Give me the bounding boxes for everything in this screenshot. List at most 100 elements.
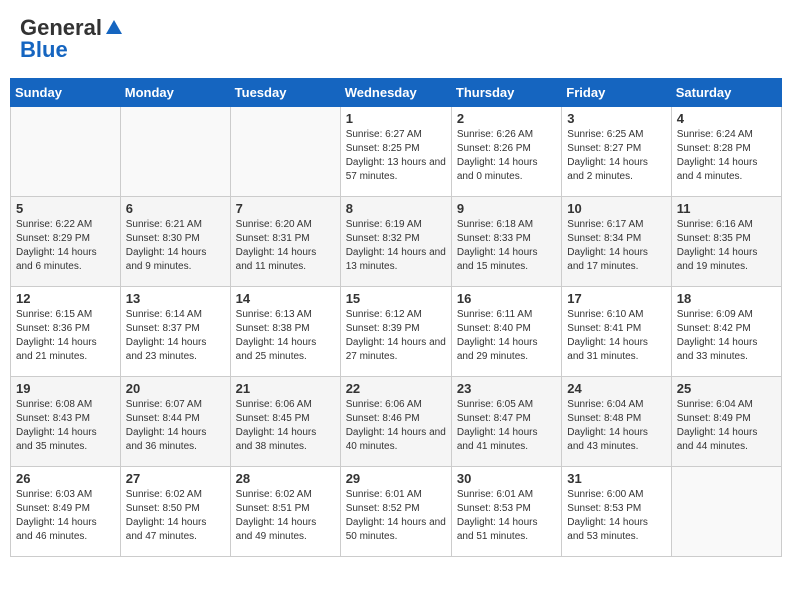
day-number: 27 [126,471,225,486]
calendar-cell: 5 Sunrise: 6:22 AM Sunset: 8:29 PM Daylig… [11,197,121,287]
day-info: Sunrise: 6:02 AM Sunset: 8:50 PM Dayligh… [126,488,225,544]
calendar-cell: 24 Sunrise: 6:04 AM Sunset: 8:48 PM Dayli… [562,377,671,467]
calendar-cell: 3Sunrise: 6:25 AM Sunset: 8:27 PM Daylig… [562,107,671,197]
header-row: SundayMondayTuesdayWednesdayThursdayFrid… [11,79,782,107]
calendar-cell: 16 Sunrise: 6:11 AM Sunset: 8:40 PM Dayli… [451,287,561,377]
day-info: Sunrise: 6:13 AM Sunset: 8:38 PM Dayligh… [236,308,335,364]
day-info: Sunrise: 6:19 AM Sunset: 8:32 PM Dayligh… [346,218,446,274]
calendar-cell [120,107,230,197]
day-number: 21 [236,381,335,396]
calendar-cell: 17 Sunrise: 6:10 AM Sunset: 8:41 PM Dayli… [562,287,671,377]
day-number: 8 [346,201,446,216]
calendar-cell: 30 Sunrise: 6:01 AM Sunset: 8:53 PM Dayli… [451,467,561,557]
day-number: 17 [567,291,665,306]
calendar-cell: 1Sunrise: 6:27 AM Sunset: 8:25 PM Daylig… [340,107,451,197]
calendar-cell: 7Sunrise: 6:20 AM Sunset: 8:31 PM Daylig… [230,197,340,287]
day-info: Sunrise: 6:06 AM Sunset: 8:45 PM Dayligh… [236,398,335,454]
day-info: Sunrise: 6:01 AM Sunset: 8:52 PM Dayligh… [346,488,446,544]
day-of-week-header: Thursday [451,79,561,107]
day-number: 15 [346,291,446,306]
day-number: 11 [677,201,776,216]
calendar-cell: 6 Sunrise: 6:21 AM Sunset: 8:30 PM Daylig… [120,197,230,287]
day-info: Sunrise: 6:14 AM Sunset: 8:37 PM Dayligh… [126,308,225,364]
day-number: 5 [16,201,115,216]
day-number: 24 [567,381,665,396]
calendar-cell: 15 Sunrise: 6:12 AM Sunset: 8:39 PM Dayli… [340,287,451,377]
day-number: 13 [126,291,225,306]
day-info: Sunrise: 6:03 AM Sunset: 8:49 PM Dayligh… [16,488,115,544]
calendar-cell: 29Sunrise: 6:01 AM Sunset: 8:52 PM Dayli… [340,467,451,557]
day-info: Sunrise: 6:04 AM Sunset: 8:49 PM Dayligh… [677,398,776,454]
day-info: Sunrise: 6:21 AM Sunset: 8:30 PM Dayligh… [126,218,225,274]
calendar-header: SundayMondayTuesdayWednesdayThursdayFrid… [11,79,782,107]
calendar-body: 1Sunrise: 6:27 AM Sunset: 8:25 PM Daylig… [11,107,782,557]
calendar-cell: 9 Sunrise: 6:18 AM Sunset: 8:33 PM Daylig… [451,197,561,287]
calendar-cell: 22Sunrise: 6:06 AM Sunset: 8:46 PM Dayli… [340,377,451,467]
day-number: 2 [457,111,556,126]
day-info: Sunrise: 6:05 AM Sunset: 8:47 PM Dayligh… [457,398,556,454]
calendar-cell: 2 Sunrise: 6:26 AM Sunset: 8:26 PM Daylig… [451,107,561,197]
calendar-cell: 28 Sunrise: 6:02 AM Sunset: 8:51 PM Dayli… [230,467,340,557]
calendar-cell [230,107,340,197]
calendar-week-row: 5 Sunrise: 6:22 AM Sunset: 8:29 PM Daylig… [11,197,782,287]
calendar-cell [11,107,121,197]
day-info: Sunrise: 6:27 AM Sunset: 8:25 PM Dayligh… [346,128,446,184]
day-info: Sunrise: 6:12 AM Sunset: 8:39 PM Dayligh… [346,308,446,364]
day-info: Sunrise: 6:09 AM Sunset: 8:42 PM Dayligh… [677,308,776,364]
day-number: 19 [16,381,115,396]
day-info: Sunrise: 6:02 AM Sunset: 8:51 PM Dayligh… [236,488,335,544]
calendar-cell: 23 Sunrise: 6:05 AM Sunset: 8:47 PM Dayli… [451,377,561,467]
calendar-week-row: 26 Sunrise: 6:03 AM Sunset: 8:49 PM Dayli… [11,467,782,557]
day-of-week-header: Sunday [11,79,121,107]
day-info: Sunrise: 6:17 AM Sunset: 8:34 PM Dayligh… [567,218,665,274]
calendar-week-row: 19Sunrise: 6:08 AM Sunset: 8:43 PM Dayli… [11,377,782,467]
day-info: Sunrise: 6:26 AM Sunset: 8:26 PM Dayligh… [457,128,556,184]
day-number: 20 [126,381,225,396]
page-header: General Blue [10,10,782,68]
calendar-cell: 8 Sunrise: 6:19 AM Sunset: 8:32 PM Daylig… [340,197,451,287]
calendar-cell [671,467,781,557]
day-info: Sunrise: 6:18 AM Sunset: 8:33 PM Dayligh… [457,218,556,274]
day-number: 3 [567,111,665,126]
day-number: 12 [16,291,115,306]
day-of-week-header: Friday [562,79,671,107]
logo: General Blue [20,15,124,63]
day-number: 26 [16,471,115,486]
calendar-week-row: 12 Sunrise: 6:15 AM Sunset: 8:36 PM Dayli… [11,287,782,377]
day-info: Sunrise: 6:24 AM Sunset: 8:28 PM Dayligh… [677,128,776,184]
day-number: 7 [236,201,335,216]
day-number: 28 [236,471,335,486]
calendar-cell: 10 Sunrise: 6:17 AM Sunset: 8:34 PM Dayli… [562,197,671,287]
day-number: 23 [457,381,556,396]
calendar-week-row: 1Sunrise: 6:27 AM Sunset: 8:25 PM Daylig… [11,107,782,197]
calendar-cell: 19Sunrise: 6:08 AM Sunset: 8:43 PM Dayli… [11,377,121,467]
calendar-cell: 21 Sunrise: 6:06 AM Sunset: 8:45 PM Dayli… [230,377,340,467]
day-info: Sunrise: 6:01 AM Sunset: 8:53 PM Dayligh… [457,488,556,544]
calendar-cell: 14Sunrise: 6:13 AM Sunset: 8:38 PM Dayli… [230,287,340,377]
day-of-week-header: Wednesday [340,79,451,107]
day-of-week-header: Saturday [671,79,781,107]
day-number: 9 [457,201,556,216]
day-info: Sunrise: 6:11 AM Sunset: 8:40 PM Dayligh… [457,308,556,364]
day-info: Sunrise: 6:15 AM Sunset: 8:36 PM Dayligh… [16,308,115,364]
calendar-cell: 4Sunrise: 6:24 AM Sunset: 8:28 PM Daylig… [671,107,781,197]
day-number: 16 [457,291,556,306]
day-number: 25 [677,381,776,396]
day-info: Sunrise: 6:22 AM Sunset: 8:29 PM Dayligh… [16,218,115,274]
day-of-week-header: Monday [120,79,230,107]
calendar-cell: 18Sunrise: 6:09 AM Sunset: 8:42 PM Dayli… [671,287,781,377]
day-number: 10 [567,201,665,216]
day-info: Sunrise: 6:07 AM Sunset: 8:44 PM Dayligh… [126,398,225,454]
calendar-cell: 27 Sunrise: 6:02 AM Sunset: 8:50 PM Dayli… [120,467,230,557]
day-number: 30 [457,471,556,486]
day-info: Sunrise: 6:00 AM Sunset: 8:53 PM Dayligh… [567,488,665,544]
logo-blue-text: Blue [20,37,68,63]
calendar-cell: 26 Sunrise: 6:03 AM Sunset: 8:49 PM Dayli… [11,467,121,557]
day-of-week-header: Tuesday [230,79,340,107]
day-number: 31 [567,471,665,486]
day-info: Sunrise: 6:04 AM Sunset: 8:48 PM Dayligh… [567,398,665,454]
day-info: Sunrise: 6:10 AM Sunset: 8:41 PM Dayligh… [567,308,665,364]
day-number: 6 [126,201,225,216]
day-info: Sunrise: 6:16 AM Sunset: 8:35 PM Dayligh… [677,218,776,274]
calendar-cell: 12 Sunrise: 6:15 AM Sunset: 8:36 PM Dayli… [11,287,121,377]
